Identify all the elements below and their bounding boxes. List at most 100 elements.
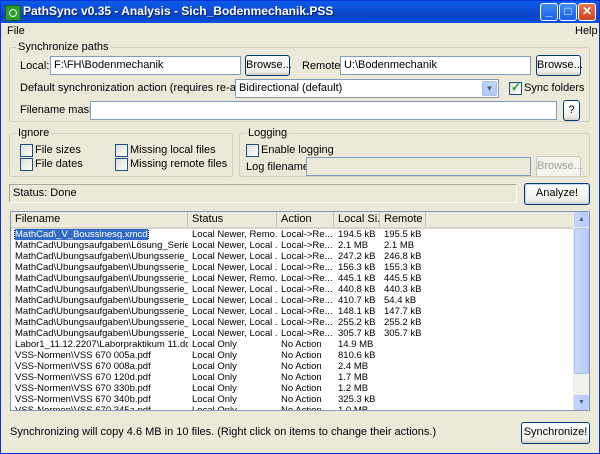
column-header-local-size[interactable]: Local Si... bbox=[334, 212, 380, 227]
cell-text: No Action bbox=[281, 339, 322, 350]
cell-filename: Labor1_11.12.2207\Laborpraktikum 11.doc bbox=[11, 339, 188, 350]
table-row[interactable]: MathCad\Ubungsaufgaben\Lösung_Serie... Lo… bbox=[11, 240, 574, 251]
ignore-legend: Ignore bbox=[16, 127, 52, 139]
cell-text: 195.5 kB bbox=[384, 229, 422, 240]
title-bar[interactable]: PathSync v0.35 - Analysis - Sich_Bodenme… bbox=[1, 1, 599, 23]
cell-action: No Action bbox=[277, 394, 334, 405]
cell-status: Local Newer, Local ... bbox=[188, 317, 277, 328]
table-row[interactable]: VSS-Normen\VSS 670 008a.pdf Local Only No … bbox=[11, 361, 574, 372]
scroll-thumb[interactable] bbox=[574, 228, 589, 374]
cell-status: Local Only bbox=[188, 394, 277, 405]
table-row[interactable]: VSS-Normen\VSS 670 340b.pdf Local Only No … bbox=[11, 394, 574, 405]
remote-browse-button[interactable]: Browse... bbox=[536, 55, 583, 76]
cell-remote-size bbox=[380, 383, 426, 394]
close-button[interactable]: ✕ bbox=[578, 3, 596, 21]
table-row[interactable]: MathCad\Ubungsaufgaben\Ubungsserie_... Lo… bbox=[11, 295, 574, 306]
column-header-action[interactable]: Action bbox=[277, 212, 334, 227]
ignore-file-sizes-checkbox[interactable] bbox=[20, 144, 33, 157]
table-row[interactable]: VSS-Normen\VSS 670 005a.pdf Local Only No … bbox=[11, 350, 574, 361]
filename-mask-input[interactable] bbox=[90, 101, 557, 120]
close-icon: ✕ bbox=[581, 4, 593, 18]
cell-status: Local Newer, Local ... bbox=[188, 240, 277, 251]
synchronize-button[interactable]: Synchronize! bbox=[521, 422, 590, 444]
cell-text: 810.6 kB bbox=[338, 350, 376, 361]
file-list[interactable]: Filename Status Action Local Si... Remot… bbox=[10, 211, 590, 411]
analyze-button[interactable]: Analyze! bbox=[524, 183, 590, 205]
cell-text: 14.9 MB bbox=[338, 339, 374, 350]
cell-local-size: 247.2 kB bbox=[334, 251, 380, 262]
table-row[interactable]: MathCad\Ubungsaufgaben\Ubungsserie_... Lo… bbox=[11, 328, 574, 339]
cell-action: No Action bbox=[277, 372, 334, 383]
cell-text: Labor1_11.12.2207\Laborpraktikum 11.doc bbox=[15, 339, 188, 350]
cell-text: VSS-Normen\VSS 670 005a.pdf bbox=[15, 350, 151, 361]
cell-text: Local->Re... bbox=[281, 317, 333, 328]
cell-action: Local->Re... bbox=[277, 284, 334, 295]
cell-local-size: 156.3 kB bbox=[334, 262, 380, 273]
cell-text: 305.7 kB bbox=[384, 328, 422, 339]
table-row[interactable]: MathCad\Ubungsaufgaben\Ubungsserie_... Lo… bbox=[11, 262, 574, 273]
cell-local-size: 440.8 kB bbox=[334, 284, 380, 295]
ignore-missing-remote-checkbox[interactable] bbox=[115, 158, 128, 171]
log-browse-button[interactable]: Browse... bbox=[536, 156, 583, 177]
filename-mask-help-button[interactable]: ? bbox=[563, 100, 580, 121]
cell-action: Local->Re... bbox=[277, 251, 334, 262]
table-row[interactable]: Labor1_11.12.2207\Laborpraktikum 11.doc L… bbox=[11, 339, 574, 350]
menu-help[interactable]: Help bbox=[575, 25, 598, 37]
ignore-missing-local-checkbox[interactable] bbox=[115, 144, 128, 157]
table-row[interactable]: MathCad\Ubungsaufgaben\Ubungsserie_... Lo… bbox=[11, 284, 574, 295]
cell-text: Local->Re... bbox=[281, 240, 333, 251]
remote-path-input[interactable]: U:\Bodenmechanik bbox=[340, 56, 531, 75]
minimize-button[interactable]: _ bbox=[540, 3, 558, 21]
log-filename-input[interactable] bbox=[306, 157, 531, 176]
cell-text: 255.2 kB bbox=[338, 317, 376, 328]
table-row[interactable]: VSS-Normen\VSS 670 345a.pdf Local Only No … bbox=[11, 405, 574, 411]
scroll-down-button[interactable]: ▼ bbox=[574, 395, 589, 410]
maximize-icon: □ bbox=[564, 4, 572, 18]
cell-status: Local Newer, Local ... bbox=[188, 251, 277, 262]
cell-remote-size bbox=[380, 394, 426, 405]
table-row[interactable]: MathCad\Ubungsaufgaben\Ubungsserie_... Lo… bbox=[11, 306, 574, 317]
table-row[interactable]: MathCad\Ubungsaufgaben\Ubungsserie_... Lo… bbox=[11, 251, 574, 262]
table-row[interactable]: MathCad\_V_Boussinesq.xmcd Local Newer, R… bbox=[11, 229, 574, 240]
column-header-status[interactable]: Status bbox=[188, 212, 277, 227]
ignore-file-dates-label: File dates bbox=[35, 158, 83, 170]
remote-label: Remote: bbox=[302, 60, 344, 72]
cell-text: Local Only bbox=[192, 405, 237, 411]
default-action-select[interactable]: Bidirectional (default) ▼ bbox=[235, 79, 499, 98]
cell-text: 247.2 kB bbox=[338, 251, 376, 262]
cell-text: No Action bbox=[281, 394, 322, 405]
cell-text: 246.8 kB bbox=[384, 251, 422, 262]
cell-text: Local->Re... bbox=[281, 251, 333, 262]
local-path-input[interactable]: F:\FH\Bodenmechanik bbox=[50, 56, 241, 75]
table-row[interactable]: MathCad\Ubungsaufgaben\Ubungsserie_... Lo… bbox=[11, 317, 574, 328]
local-browse-button[interactable]: Browse... bbox=[245, 55, 292, 76]
cell-text: MathCad\Ubungsaufgaben\Ubungsserie_... bbox=[15, 306, 188, 317]
cell-local-size: 148.1 kB bbox=[334, 306, 380, 317]
cell-text: 410.7 kB bbox=[338, 295, 376, 306]
table-row[interactable]: VSS-Normen\VSS 670 330b.pdf Local Only No … bbox=[11, 383, 574, 394]
column-header-filename[interactable]: Filename bbox=[11, 212, 188, 227]
ignore-file-dates-checkbox[interactable] bbox=[20, 158, 33, 171]
enable-logging-checkbox[interactable] bbox=[246, 144, 259, 157]
cell-text: 2.1 MB bbox=[338, 240, 369, 251]
scroll-up-button[interactable]: ▲ bbox=[574, 212, 589, 227]
cell-text: Local->Re... bbox=[281, 306, 333, 317]
table-row[interactable]: MathCad\Ubungsaufgaben\Ubungsserie_... Lo… bbox=[11, 273, 574, 284]
cell-local-size: 1.7 MB bbox=[334, 372, 380, 383]
menu-file[interactable]: File bbox=[7, 25, 25, 37]
table-row[interactable]: VSS-Normen\VSS 670 120d.pdf Local Only No … bbox=[11, 372, 574, 383]
cell-text: 2.4 MB bbox=[338, 361, 369, 372]
cell-text: No Action bbox=[281, 350, 322, 361]
list-header: Filename Status Action Local Si... Remot… bbox=[11, 212, 574, 229]
cell-filename: MathCad\Ubungsaufgaben\Ubungsserie_... bbox=[11, 306, 188, 317]
column-header-remote-size[interactable]: Remote ... bbox=[380, 212, 426, 227]
cell-local-size: 810.6 kB bbox=[334, 350, 380, 361]
chevron-down-icon[interactable]: ▼ bbox=[482, 81, 497, 96]
list-scrollbar[interactable]: ▲ ▼ bbox=[573, 212, 589, 410]
cell-local-size: 255.2 kB bbox=[334, 317, 380, 328]
cell-remote-size: 246.8 kB bbox=[380, 251, 426, 262]
cell-text: 1.2 MB bbox=[338, 383, 369, 394]
maximize-button[interactable]: □ bbox=[559, 3, 577, 21]
cell-action: Local->Re... bbox=[277, 306, 334, 317]
sync-folders-checkbox[interactable] bbox=[509, 80, 522, 95]
